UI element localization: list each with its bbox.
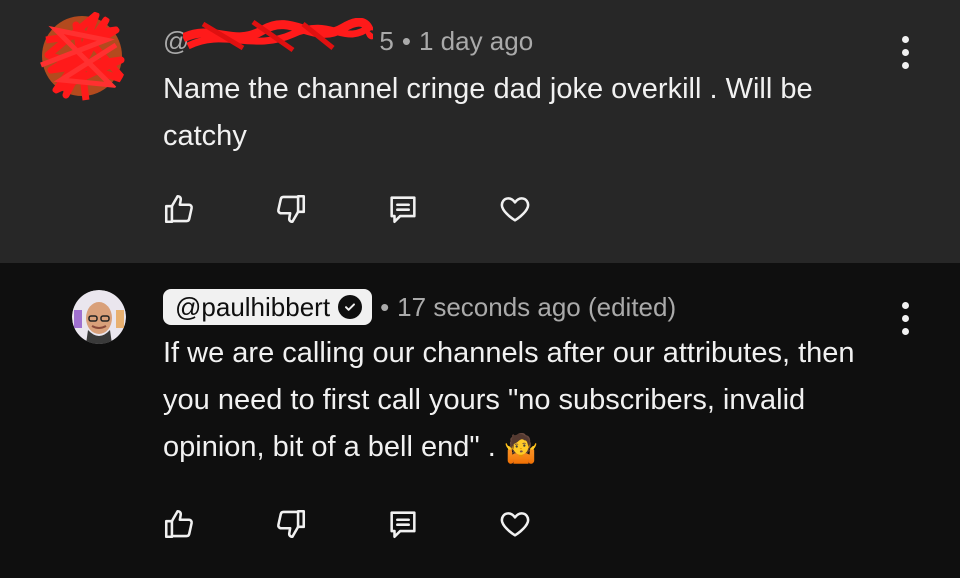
- comment-time: 1 day ago: [418, 26, 534, 56]
- comment-meta: @5 • 1 day ago: [163, 18, 534, 57]
- reply-icon: [390, 511, 416, 539]
- comment-item: @5 • 1 day ago Name the channel cringe d…: [0, 0, 960, 263]
- author-handle-redacted[interactable]: @5: [163, 18, 394, 57]
- comment-text: Name the channel cringe dad joke overkil…: [163, 73, 813, 152]
- dot-icon: [901, 48, 909, 56]
- shrug-emoji: 🤷: [503, 433, 539, 464]
- thumbs-up-icon: [164, 509, 193, 539]
- comment-item: @paulhibbert • 17 seconds ago (edited) I…: [0, 263, 960, 578]
- dot-icon: [901, 61, 909, 69]
- reply-button[interactable]: [384, 190, 422, 228]
- dot-icon: [901, 35, 909, 43]
- heart-button[interactable]: [496, 190, 534, 228]
- comment-text: If we are calling our channels after our…: [163, 330, 903, 471]
- thumbs-down-icon: [277, 509, 306, 539]
- dot-icon: [901, 314, 909, 322]
- heart-button[interactable]: [496, 505, 534, 543]
- comment-time: 17 seconds ago (edited): [397, 291, 677, 322]
- dot-icon: [901, 301, 909, 309]
- verified-check-icon: [338, 295, 363, 319]
- heart-icon: [500, 197, 530, 222]
- heart-icon: [500, 512, 530, 537]
- comment-actions: [160, 190, 534, 228]
- more-options-button[interactable]: [890, 298, 920, 338]
- dislike-button[interactable]: [272, 505, 310, 543]
- reply-button[interactable]: [384, 505, 422, 543]
- like-button[interactable]: [160, 190, 198, 228]
- like-button[interactable]: [160, 505, 198, 543]
- comment-actions: [160, 505, 534, 543]
- author-handle-badge[interactable]: @paulhibbert: [163, 289, 373, 325]
- redaction-scribble: [183, 18, 373, 53]
- reply-icon: [390, 196, 416, 224]
- thumbs-down-icon: [277, 194, 306, 224]
- thumbs-up-icon: [164, 194, 193, 224]
- meta-separator: •: [401, 26, 411, 56]
- comment-meta: @paulhibbert • 17 seconds ago (edited): [163, 289, 676, 325]
- dislike-button[interactable]: [272, 190, 310, 228]
- meta-separator: •: [380, 291, 390, 322]
- dot-icon: [901, 327, 909, 335]
- more-options-button[interactable]: [890, 32, 920, 72]
- avatar-redacted[interactable]: [36, 10, 128, 102]
- avatar[interactable]: [72, 290, 126, 344]
